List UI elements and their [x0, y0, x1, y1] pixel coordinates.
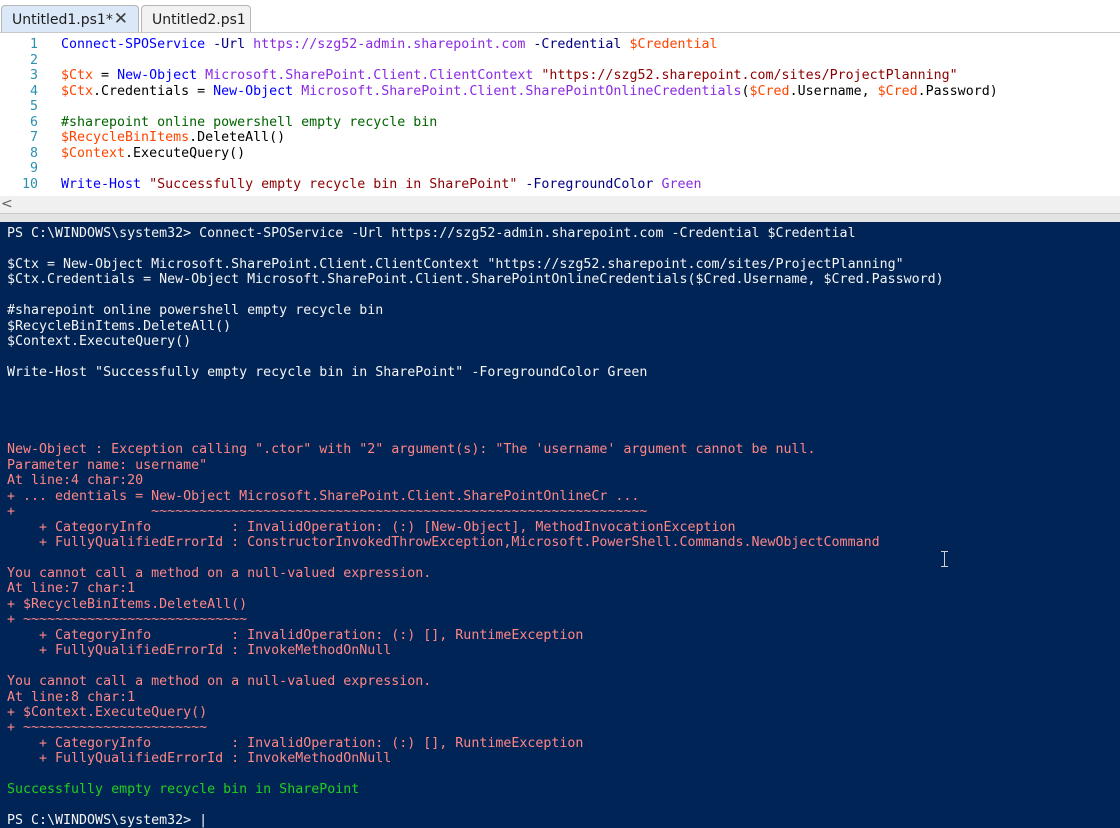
scroll-left-icon[interactable]: < — [1, 196, 13, 212]
console-line: Parameter name: username" — [7, 457, 208, 473]
code-token: -ForegroundColor — [525, 176, 654, 192]
line-number: 10 — [21, 176, 38, 192]
console-line: PS C:\WINDOWS\system32> Connect-SPOServi… — [7, 226, 856, 241]
line-number: 2 — [29, 52, 38, 68]
code-text: $Ctx = New-Object Microsoft.SharePoint.C… — [61, 68, 958, 84]
code-token: "Successfully empty recycle bin in Share… — [149, 176, 518, 192]
code-token: = — [93, 68, 118, 83]
console-line: + ~~~~~~~~~~~~~~~~~~~~~~~~~~~~~~~~~~~~~~… — [7, 504, 648, 520]
console-line: New-Object : Exception calling ".ctor" w… — [7, 442, 816, 458]
code-token: Write-Host — [61, 176, 142, 192]
code-token: .Username, — [789, 83, 878, 99]
console-line: + $RecycleBinItems.DeleteAll() — [7, 596, 248, 612]
console-line: + $Context.ExecuteQuery() — [7, 704, 208, 720]
code-token: $RecycleBinItems — [61, 130, 190, 145]
line-number: 1 — [29, 37, 38, 52]
console-line: $Context.ExecuteQuery() — [7, 334, 192, 350]
code-text: $Context.ExecuteQuery() — [61, 146, 245, 162]
console-line: $RecycleBinItems.DeleteAll() — [7, 318, 232, 334]
close-icon[interactable]: ✕ — [114, 9, 128, 29]
code-token: Green — [661, 176, 702, 192]
code-token: $Credential — [629, 37, 718, 52]
console-line: You cannot call a method on a null-value… — [7, 674, 432, 690]
text-cursor-icon — [941, 551, 949, 567]
tab-divider — [0, 32, 1120, 33]
console-line: At line:8 char:1 — [7, 689, 136, 705]
code-token: $Ctx — [61, 83, 94, 99]
console-line: At line:4 char:20 — [7, 473, 144, 489]
console-line: + CategoryInfo : InvalidOperation: (:) [… — [7, 519, 736, 535]
line-number: 3 — [29, 68, 38, 83]
code-token: -Url — [213, 37, 246, 52]
console-line: Write-Host "Successfully empty recycle b… — [7, 365, 648, 381]
line-number: 4 — [29, 83, 38, 99]
console-line: + FullyQualifiedErrorId : ConstructorInv… — [7, 535, 880, 550]
console-line: $Ctx = New-Object Microsoft.SharePoint.C… — [7, 256, 904, 272]
console-line: #sharepoint online powershell empty recy… — [7, 303, 384, 319]
code-token: $Cred — [877, 83, 918, 99]
line-number: 6 — [29, 114, 38, 130]
code-token: .Password) — [917, 83, 998, 99]
tab-untitled2[interactable]: Untitled2.ps1 — [141, 5, 251, 32]
code-token: "https://szg52.sharepoint.com/sites/Proj… — [541, 68, 958, 83]
console-line: + ... edentials = New-Object Microsoft.S… — [7, 488, 640, 504]
console-pane[interactable]: PS C:\WINDOWS\system32> Connect-SPOServi… — [0, 222, 1120, 828]
editor-horizontal-scrollbar[interactable]: < — [0, 196, 1120, 213]
code-token: Microsoft.SharePoint.Client.ClientContex… — [205, 68, 534, 83]
console-line: + FullyQualifiedErrorId : InvokeMethodOn… — [7, 751, 392, 767]
console-line: + CategoryInfo : InvalidOperation: (:) [… — [7, 735, 584, 751]
code-token: #sharepoint online powershell empty recy… — [61, 114, 438, 130]
code-text: Connect-SPOService -Url https://szg52-ad… — [61, 37, 718, 53]
script-editor[interactable]: 1 Connect-SPOService -Url https://szg52-a… — [0, 34, 1120, 196]
code-token: .Credentials = — [93, 83, 214, 99]
console-line: + CategoryInfo : InvalidOperation: (:) [… — [7, 627, 584, 643]
tab-bar: Untitled1.ps1* ✕ Untitled2.ps1 — [0, 0, 1120, 34]
code-text: $RecycleBinItems.DeleteAll() — [61, 130, 285, 146]
console-line: + ~~~~~~~~~~~~~~~~~~~~~~~ — [7, 720, 208, 736]
tab-label: Untitled2.ps1 — [152, 12, 246, 28]
console-line: Successfully empty recycle bin in ShareP… — [7, 782, 360, 798]
code-token: Connect-SPOService — [61, 37, 206, 52]
code-token: -Credential — [533, 37, 622, 52]
line-number: 9 — [29, 161, 38, 176]
tab-label: Untitled1.ps1* — [12, 12, 113, 28]
line-number: 7 — [29, 130, 38, 145]
console-line: $Ctx.Credentials = New-Object Microsoft.… — [7, 272, 944, 288]
code-token: ( — [741, 83, 750, 99]
code-text: $Ctx.Credentials = New-Object Microsoft.… — [61, 84, 998, 100]
console-line: You cannot call a method on a null-value… — [7, 565, 432, 581]
code-token: Microsoft.SharePoint.Client.SharePointOn… — [301, 83, 742, 99]
code-text: #sharepoint online powershell empty recy… — [61, 115, 437, 131]
code-token: $Ctx — [61, 68, 94, 83]
console-line: + FullyQualifiedErrorId : InvokeMethodOn… — [7, 643, 392, 659]
console-line: PS C:\WINDOWS\system32> | — [7, 813, 208, 828]
console-line: At line:7 char:1 — [7, 581, 136, 597]
code-token: .ExecuteQuery() — [125, 145, 246, 161]
code-text: Write-Host "Successfully empty recycle b… — [61, 177, 701, 193]
line-number: 5 — [29, 99, 38, 114]
code-token: .DeleteAll() — [189, 130, 286, 145]
code-token: $Cred — [749, 83, 790, 99]
console-line: + ~~~~~~~~~~~~~~~~~~~~~~~~~~~~ — [7, 612, 248, 628]
line-number: 8 — [29, 145, 38, 161]
code-token: New-Object — [213, 83, 294, 99]
tab-untitled1[interactable]: Untitled1.ps1* ✕ — [1, 5, 139, 32]
code-token: https://szg52-admin.sharepoint.com — [253, 37, 526, 52]
code-token: New-Object — [117, 68, 198, 83]
code-token: $Context — [61, 145, 126, 161]
